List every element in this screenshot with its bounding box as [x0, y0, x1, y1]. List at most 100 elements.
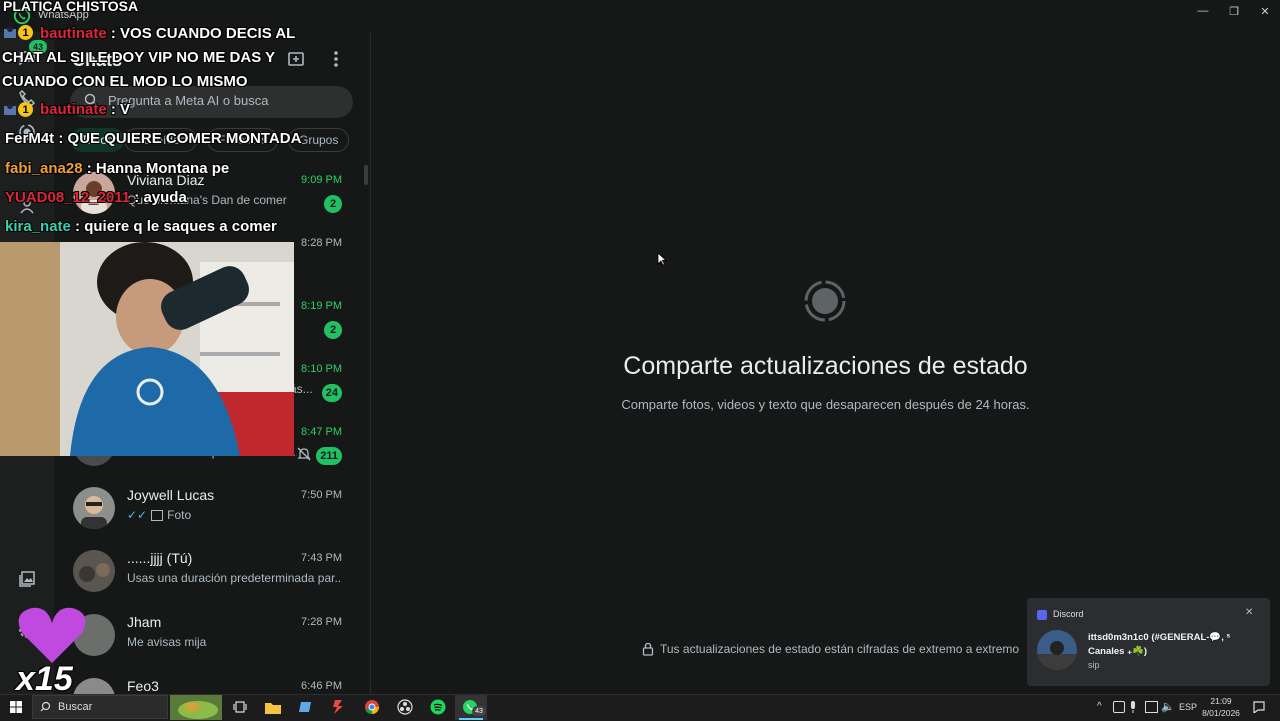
chat-time: 9:09 PM [301, 174, 342, 186]
streaming-app-icon[interactable] [328, 697, 350, 717]
chat-time: 8:19 PM [301, 300, 342, 312]
chat-username: fabi_ana28 [5, 160, 83, 177]
microphone-icon[interactable] [1129, 700, 1137, 713]
overlay-chat-line: YUAD08_12_2011 : ayuda [5, 189, 187, 206]
network-icon[interactable] [1145, 701, 1158, 713]
taskbar-search-input[interactable] [58, 701, 158, 713]
overlay-chat-line: kira_nate : quiere q le saques a comer [5, 218, 277, 235]
chat-name: Jham [127, 614, 162, 630]
file-explorer-icon[interactable] [262, 697, 284, 717]
search-input[interactable] [108, 93, 338, 108]
chat-message: : VOS CUANDO DECIS AL [110, 25, 296, 42]
avatar [73, 550, 115, 592]
overlay-header: PLATICA CHISTOSA [3, 0, 139, 14]
chat-time: 8:28 PM [301, 237, 342, 249]
status-subtitle: Comparte fotos, videos y texto que desap… [621, 397, 1030, 412]
webcam-feed [0, 242, 294, 456]
overlay-chat-line: CUANDO CON EL MOD LO MISMO [2, 73, 248, 90]
chat-message: : Hanna Montana pe [86, 160, 230, 177]
viewer-badge-icon [2, 102, 18, 118]
toast-title: ittsd0m3n1c0 (#GENERAL-💬, ˢ [1088, 632, 1231, 643]
chat-row[interactable]: Jham Me avisas mija 7:28 PM [54, 604, 370, 667]
photo-icon [151, 509, 164, 521]
mouse-cursor-icon [657, 252, 667, 266]
notification-center-icon[interactable] [1253, 700, 1265, 715]
task-view-icon[interactable] [229, 697, 251, 717]
double-check-icon: ✓✓ [127, 508, 148, 522]
chat-username: bautinate [40, 101, 107, 118]
discord-logo-icon [1037, 610, 1047, 620]
language-indicator[interactable]: ESP [1179, 702, 1197, 712]
chrome-icon[interactable] [361, 697, 383, 717]
encryption-notice: Tus actualizaciones de estado están cifr… [642, 642, 1019, 656]
chat-username: FerM4t [5, 130, 55, 147]
tray-app-icon[interactable] [1113, 701, 1125, 713]
windows-start-icon[interactable] [5, 697, 27, 717]
chat-name: Joywell Lucas [127, 487, 215, 503]
muted-bell-icon [297, 447, 313, 463]
chat-username: bautinate [40, 25, 107, 42]
overlay-chat-line: bautinate : VOS CUANDO DECIS AL [40, 25, 295, 42]
discord-notification[interactable]: Discord ✕ ittsd0m3n1c0 (#GENERAL-💬, ˢ Ca… [1027, 598, 1270, 686]
chat-row[interactable]: Feo3 6:46 PM [54, 668, 370, 694]
chat-time: 7:50 PM [301, 489, 342, 501]
chat-preview: ✓✓ Foto [127, 508, 342, 522]
chat-time: 6:46 PM [301, 680, 342, 692]
volume-icon[interactable]: 🔈 [1161, 700, 1175, 713]
viewer-badge-icon [2, 25, 18, 41]
taskbar-search-icon [40, 701, 51, 712]
notes-app-icon[interactable] [295, 697, 317, 717]
overlay-chat-line: fabi_ana28 : Hanna Montana pe [5, 160, 229, 177]
close-window-button[interactable]: ✕ [1248, 0, 1280, 22]
toast-message: sip [1088, 660, 1100, 670]
toast-close-button[interactable]: ✕ [1245, 607, 1253, 618]
chat-time: 8:47 PM [301, 426, 342, 438]
unread-badge: 2 [324, 321, 342, 339]
new-chat-icon[interactable] [285, 48, 307, 70]
status-title: Comparte actualizaciones de estado [623, 352, 1028, 380]
menu-dots-icon[interactable] [325, 48, 347, 70]
hearts-emote-icon [12, 598, 92, 668]
chat-message: : V [110, 101, 131, 118]
chat-preview-text: Foto [167, 508, 192, 522]
unread-badge: 24 [321, 384, 342, 402]
spotify-icon[interactable] [427, 697, 449, 717]
overlay-chat-line: FerM4t : QUE QUIERE COMER MONTADA [5, 130, 301, 147]
maximize-button[interactable]: ❐ [1217, 0, 1251, 22]
overlay-chat-line: bautinate : V [40, 101, 130, 118]
chat-time: 7:28 PM [301, 616, 342, 628]
sub-badge-icon: 1 [18, 25, 33, 40]
clock-date[interactable]: 8/01/2026 [1196, 708, 1246, 718]
tray-overflow-chevron-icon[interactable]: ^ [1097, 701, 1102, 712]
search-highlight-image [170, 695, 222, 720]
obs-icon[interactable] [394, 697, 416, 717]
toast-channel: Canales ₊☘️) [1088, 646, 1148, 657]
chat-message: : quiere q le saques a comer [75, 218, 277, 235]
encryption-notice-text: Tus actualizaciones de estado están cifr… [660, 642, 1020, 656]
chat-time: 7:43 PM [301, 552, 342, 564]
chat-preview: Usas una duración predeterminada par... [127, 571, 342, 585]
chat-name: Feo3 [127, 678, 159, 694]
unread-badge: 2 [324, 195, 342, 213]
unread-badge: 211 [316, 447, 342, 465]
toast-app-name: Discord [1053, 609, 1084, 619]
chat-username: kira_nate [5, 218, 71, 235]
chat-list-scrollbar[interactable] [364, 165, 368, 185]
chat-username: YUAD08_12_2011 [5, 189, 131, 206]
media-gallery-icon[interactable] [17, 569, 37, 589]
toast-avatar [1037, 630, 1077, 670]
avatar [73, 487, 115, 529]
chat-message: : ayuda [134, 189, 187, 206]
lock-icon [642, 642, 654, 656]
status-ring-icon [804, 280, 846, 322]
minimize-button[interactable]: — [1186, 0, 1220, 22]
chat-preview: Me avisas mija [127, 635, 207, 649]
whatsapp-taskbar-badge: 43 [472, 706, 486, 716]
chat-row[interactable]: ......jjjj (Tú) Usas una duración predet… [54, 540, 370, 603]
sub-badge-icon: 1 [18, 102, 33, 117]
avatar [73, 678, 115, 694]
chat-row[interactable]: Joywell Lucas ✓✓ Foto 7:50 PM [54, 477, 370, 540]
chat-name: ......jjjj (Tú) [127, 550, 193, 566]
clock-time[interactable]: 21:09 [1196, 696, 1246, 706]
overlay-chat-line: CHAT AL SI LE DOY VIP NO ME DAS Y [2, 49, 276, 66]
